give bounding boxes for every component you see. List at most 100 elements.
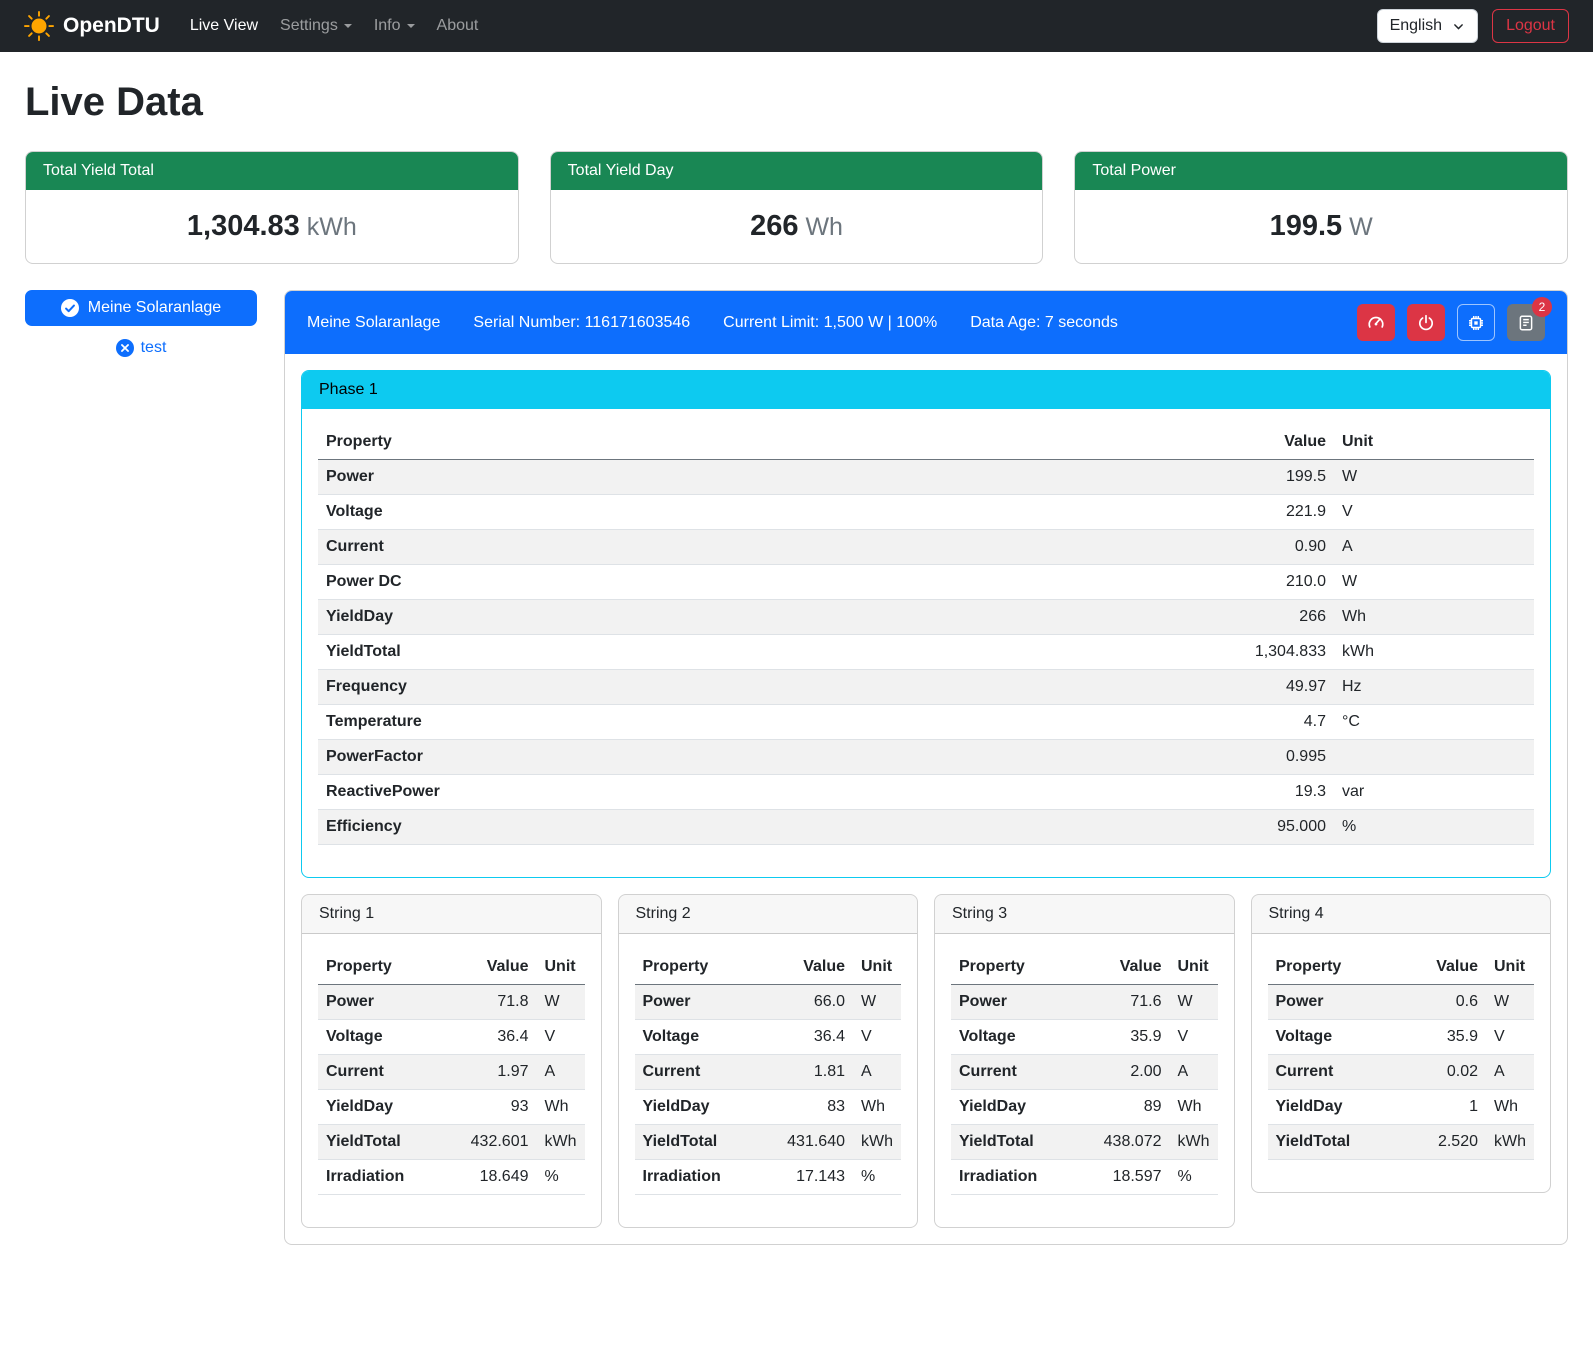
total-yield-day-card: Total Yield Day 266Wh	[550, 151, 1044, 264]
string-table-container: PropertyValueUnitPower71.8WVoltage36.4VC…	[302, 934, 601, 1227]
property-name: Efficiency	[318, 810, 926, 845]
column-header: Unit	[1170, 950, 1218, 985]
property-unit: %	[1334, 810, 1534, 845]
nav-info[interactable]: Info	[364, 9, 425, 43]
property-value: 0.90	[926, 530, 1334, 565]
phase-table-container: PropertyValueUnitPower199.5WVoltage221.9…	[302, 409, 1550, 877]
property-name: Power	[1268, 985, 1401, 1020]
table-row: Voltage35.9V	[1268, 1020, 1535, 1055]
property-name: Irradiation	[635, 1160, 758, 1195]
property-value: 19.3	[926, 775, 1334, 810]
property-name: Frequency	[318, 670, 926, 705]
card-title: Total Yield Day	[551, 152, 1043, 190]
card-value: 1,304.83	[187, 210, 300, 242]
summary-cards: Total Yield Total 1,304.83kWh Total Yiel…	[25, 151, 1568, 264]
card-unit: Wh	[805, 213, 843, 241]
property-unit: A	[1170, 1055, 1218, 1090]
property-unit: %	[853, 1160, 901, 1195]
property-name: Power	[318, 985, 441, 1020]
table-row: YieldTotal431.640kWh	[635, 1125, 902, 1160]
table-row: Power0.6W	[1268, 985, 1535, 1020]
column-header: Property	[318, 950, 441, 985]
property-value: 1	[1401, 1090, 1486, 1125]
property-value: 431.640	[757, 1125, 853, 1160]
nav-settings[interactable]: Settings	[270, 9, 362, 43]
column-header: Value	[1074, 950, 1170, 985]
main-content: Live Data Total Yield Total 1,304.83kWh …	[0, 52, 1593, 1285]
property-value: 36.4	[757, 1020, 853, 1055]
navbar: OpenDTU Live View Settings Info About En…	[0, 0, 1593, 52]
string-table-container: PropertyValueUnitPower71.6WVoltage35.9VC…	[935, 934, 1234, 1227]
table-row: YieldDay266Wh	[318, 600, 1534, 635]
property-value: 266	[926, 600, 1334, 635]
property-name: Voltage	[951, 1020, 1074, 1055]
property-name: Voltage	[635, 1020, 758, 1055]
nav-about[interactable]: About	[427, 9, 489, 43]
table-row: Current1.97A	[318, 1055, 585, 1090]
chevron-down-icon	[1452, 20, 1465, 33]
property-name: PowerFactor	[318, 740, 926, 775]
power-button[interactable]	[1407, 304, 1445, 341]
property-unit: V	[1486, 1020, 1534, 1055]
property-unit: kWh	[853, 1125, 901, 1160]
language-select[interactable]: English	[1377, 9, 1478, 43]
nav-info-label: Info	[374, 17, 401, 35]
table-row: Power71.8W	[318, 985, 585, 1020]
phase-card-title: Phase 1	[302, 371, 1550, 409]
property-unit: kWh	[1334, 635, 1534, 670]
brand[interactable]: OpenDTU	[24, 11, 160, 41]
property-value: 66.0	[757, 985, 853, 1020]
string-card-title: String 4	[1252, 895, 1551, 934]
logout-button[interactable]: Logout	[1492, 9, 1569, 43]
property-name: Power DC	[318, 565, 926, 600]
property-unit: A	[853, 1055, 901, 1090]
column-header: Value	[757, 950, 853, 985]
property-value: 221.9	[926, 495, 1334, 530]
total-power-card: Total Power 199.5W	[1074, 151, 1568, 264]
nav-live-view[interactable]: Live View	[180, 9, 268, 43]
total-yield-total-card: Total Yield Total 1,304.83kWh	[25, 151, 519, 264]
property-name: Power	[635, 985, 758, 1020]
property-value: 89	[1074, 1090, 1170, 1125]
device-info-button[interactable]	[1457, 304, 1495, 341]
sidebar-item-test[interactable]: test	[25, 339, 257, 357]
property-unit: Wh	[1486, 1090, 1534, 1125]
property-value: 49.97	[926, 670, 1334, 705]
property-value: 71.6	[1074, 985, 1170, 1020]
speedometer-icon	[1367, 314, 1385, 332]
property-unit: V	[853, 1020, 901, 1055]
property-name: Voltage	[318, 1020, 441, 1055]
table-row: Irradiation17.143%	[635, 1160, 902, 1195]
property-unit: kWh	[1486, 1125, 1534, 1160]
nav-settings-label: Settings	[280, 17, 338, 35]
table-row: YieldDay83Wh	[635, 1090, 902, 1125]
language-value: English	[1390, 17, 1442, 35]
table-row: Irradiation18.597%	[951, 1160, 1218, 1195]
column-header: Property	[1268, 950, 1401, 985]
property-unit: Wh	[537, 1090, 585, 1125]
brand-label: OpenDTU	[63, 14, 160, 38]
property-unit: V	[1170, 1020, 1218, 1055]
column-header: Value	[441, 950, 537, 985]
check-circle-icon	[61, 299, 79, 317]
property-name: YieldDay	[635, 1090, 758, 1125]
table-row: YieldTotal438.072kWh	[951, 1125, 1218, 1160]
property-name: Voltage	[1268, 1020, 1401, 1055]
table-row: Power66.0W	[635, 985, 902, 1020]
string-card: String 4PropertyValueUnitPower0.6WVoltag…	[1251, 894, 1552, 1193]
property-value: 438.072	[1074, 1125, 1170, 1160]
sidebar-item-meine-solaranlage[interactable]: Meine Solaranlage	[25, 290, 257, 326]
event-log-button[interactable]: 2	[1507, 304, 1545, 341]
table-row: Power DC210.0W	[318, 565, 1534, 600]
journal-icon	[1517, 314, 1535, 332]
limit-settings-button[interactable]	[1357, 304, 1395, 341]
property-value: 83	[757, 1090, 853, 1125]
table-row: Voltage35.9V	[951, 1020, 1218, 1055]
column-header: Value	[926, 425, 1334, 460]
property-value: 2.00	[1074, 1055, 1170, 1090]
property-unit	[1334, 740, 1534, 775]
table-row: Power71.6W	[951, 985, 1218, 1020]
table-row: Efficiency95.000%	[318, 810, 1534, 845]
property-unit: A	[537, 1055, 585, 1090]
string-table-container: PropertyValueUnitPower0.6WVoltage35.9VCu…	[1252, 934, 1551, 1192]
